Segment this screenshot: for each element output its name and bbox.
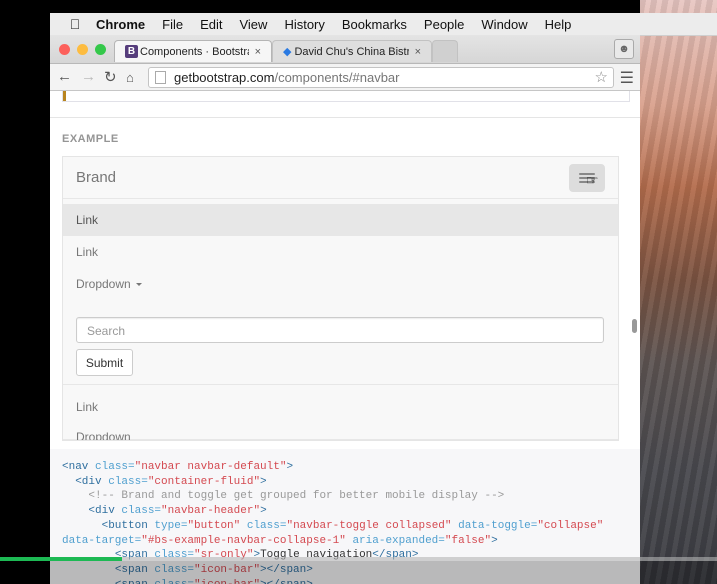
browser-toolbar: ← → ↻ ⌂ getbootstrap.com/components/#nav…: [50, 64, 640, 91]
minimize-window-button[interactable]: [77, 44, 88, 55]
back-arrow-icon[interactable]: ←: [57, 68, 72, 85]
menu-file[interactable]: File: [162, 17, 183, 32]
forward-arrow-icon[interactable]: →: [81, 68, 96, 85]
url-path: /components/#navbar: [274, 70, 400, 85]
code-line: data-target="#bs-example-navbar-collapse…: [62, 534, 640, 549]
close-tab-icon[interactable]: ×: [415, 46, 421, 58]
nav-link[interactable]: Link: [63, 391, 618, 423]
close-window-button[interactable]: [59, 44, 70, 55]
page-content: EXAMPLE Brand ☞ Link Link Dropdown Searc…: [50, 91, 640, 584]
code-line: <button type="button" class="navbar-togg…: [62, 519, 640, 534]
video-controls-shade: [0, 561, 717, 584]
code-token: <button: [101, 519, 155, 532]
apple-icon[interactable]: : [66, 16, 84, 32]
home-icon[interactable]: ⌂: [126, 70, 134, 85]
tab-components-bootstrap[interactable]: B Components · Bootstrap ×: [114, 40, 272, 62]
new-tab-button[interactable]: [432, 40, 458, 62]
menu-help[interactable]: Help: [545, 17, 572, 32]
code-token: aria-expanded=: [352, 534, 445, 547]
code-token: "navbar navbar-default": [134, 461, 287, 473]
example-demo: Brand ☞ Link Link Dropdown Search Submit…: [62, 156, 619, 441]
caret-down-icon: [135, 283, 142, 287]
previous-example-box: [62, 91, 630, 102]
code-token: "container-fluid": [147, 475, 261, 488]
code-line: <div class="container-fluid">: [62, 475, 640, 490]
code-token: "collapse": [537, 519, 604, 532]
code-token: "false": [444, 534, 492, 547]
address-bar[interactable]: getbootstrap.com/components/#navbar ☆: [148, 67, 614, 88]
navbar-brand[interactable]: Brand: [76, 169, 116, 186]
nav-dropdown[interactable]: Dropdown: [63, 268, 618, 300]
close-tab-icon[interactable]: ×: [255, 46, 261, 58]
divider: [63, 384, 618, 385]
code-token: class=: [121, 505, 162, 518]
url-host: getbootstrap.com: [174, 70, 275, 85]
reload-icon[interactable]: ↻: [104, 68, 117, 86]
hand-cursor-icon: ☞: [586, 172, 599, 188]
profile-icon[interactable]: ☻: [614, 39, 634, 59]
code-token: >: [286, 461, 294, 473]
code-token: <div: [88, 505, 122, 518]
code-token: >: [260, 475, 267, 488]
code-token: "#bs-example-navbar-collapse-1": [141, 534, 353, 547]
zoom-window-button[interactable]: [95, 44, 106, 55]
bootstrap-favicon-icon: B: [125, 45, 138, 58]
example-label: EXAMPLE: [62, 133, 119, 145]
menu-view[interactable]: View: [239, 17, 267, 32]
tab-strip: B Components · Bootstrap × ◆ David Chu's…: [50, 35, 640, 64]
code-token: data-target=: [62, 534, 142, 547]
scrollbar-thumb[interactable]: [632, 319, 637, 333]
menu-app-name[interactable]: Chrome: [96, 17, 145, 32]
code-line: <nav class="navbar navbar-default">: [62, 460, 640, 475]
code-line: <div class="navbar-header">: [62, 504, 640, 519]
divider: [50, 117, 640, 118]
example-navbar: Brand ☞ Link Link Dropdown Search Submit…: [63, 157, 618, 440]
code-line: <!-- Brand and toggle get grouped for be…: [62, 489, 640, 504]
desktop-wallpaper: [640, 0, 717, 584]
video-letterbox: [0, 0, 50, 584]
menu-bookmarks[interactable]: Bookmarks: [342, 17, 407, 32]
code-token: >: [491, 534, 498, 547]
code-token: data-toggle=: [458, 519, 538, 532]
chrome-menu-icon[interactable]: ☰: [620, 68, 634, 88]
code-token: >: [260, 505, 267, 518]
diamond-icon: ◆: [283, 46, 292, 58]
page-icon: [155, 71, 166, 84]
code-token: class=: [246, 519, 287, 532]
dropdown-label: Dropdown: [76, 277, 131, 291]
menu-people[interactable]: People: [424, 17, 464, 32]
code-token: type=: [154, 519, 188, 532]
tab-title: David Chu's China Bistro: [294, 45, 409, 58]
window-controls: [59, 44, 106, 55]
code-token: "button": [187, 519, 247, 532]
submit-button[interactable]: Submit: [76, 349, 133, 376]
menu-window[interactable]: Window: [481, 17, 527, 32]
menu-edit[interactable]: Edit: [200, 17, 222, 32]
nav-link[interactable]: Link: [63, 204, 618, 236]
code-token: <nav: [62, 461, 96, 473]
code-token: <!-- Brand and toggle get grouped for be…: [88, 490, 505, 503]
nav-link[interactable]: Link: [63, 236, 618, 268]
search-input[interactable]: Search: [76, 317, 604, 343]
browser-window: B Components · Bootstrap × ◆ David Chu's…: [50, 35, 640, 584]
mac-menubar:  Chrome File Edit View History Bookmark…: [50, 13, 717, 36]
tab-china-bistro[interactable]: ◆ David Chu's China Bistro ×: [272, 40, 432, 62]
code-token: "navbar-toggle collapsed": [286, 519, 459, 532]
bookmark-star-icon[interactable]: ☆: [595, 68, 608, 86]
nav-dropdown[interactable]: Dropdown: [63, 421, 618, 440]
divider: [63, 198, 618, 199]
code-token: class=: [95, 461, 135, 473]
code-token: "navbar-header": [161, 505, 261, 518]
menu-history[interactable]: History: [284, 17, 324, 32]
code-token: class=: [108, 475, 148, 488]
code-token: <div: [75, 475, 109, 488]
tab-title: Components · Bootstrap: [140, 45, 249, 58]
